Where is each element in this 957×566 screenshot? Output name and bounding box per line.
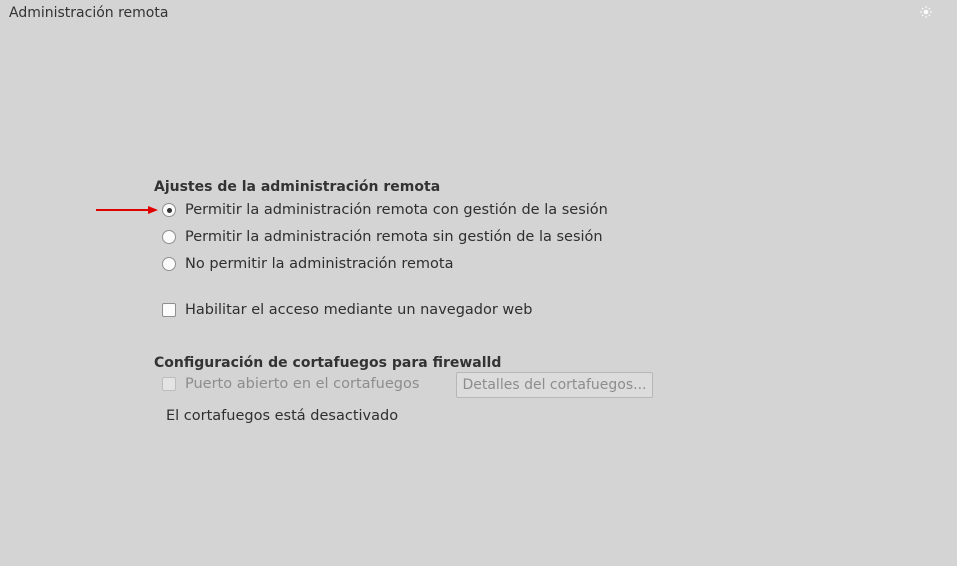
window-title: Administración remota (9, 5, 169, 21)
web-access-checkbox-row[interactable]: Habilitar el acceso mediante un navegado… (162, 299, 532, 321)
firewall-heading: Configuración de cortafuegos para firewa… (154, 355, 502, 371)
firewall-details-button: Detalles del cortafuegos... (456, 372, 653, 398)
firewall-status-text: El cortafuegos está desactivado (166, 408, 399, 424)
radio-button[interactable] (162, 257, 176, 271)
remote-settings-heading: Ajustes de la administración remota (154, 179, 441, 195)
checkbox-label: Habilitar el acceso mediante un navegado… (185, 302, 533, 318)
radio-button-checked[interactable] (162, 203, 176, 217)
checkbox-label: Puerto abierto en el cortafuegos (185, 376, 420, 392)
radio-label: No permitir la administración remota (185, 256, 454, 272)
radio-label: Permitir la administración remota sin ge… (185, 229, 603, 245)
red-arrow-icon (96, 206, 158, 214)
sun-moon-icon[interactable] (918, 4, 944, 22)
radio-disallow-remote-admin[interactable]: No permitir la administración remota (162, 253, 453, 275)
open-port-checkbox (162, 377, 176, 391)
open-port-checkbox-row: Puerto abierto en el cortafuegos (162, 373, 419, 395)
web-access-checkbox[interactable] (162, 303, 176, 317)
radio-button[interactable] (162, 230, 176, 244)
radio-with-session-management[interactable]: Permitir la administración remota con ge… (162, 199, 608, 221)
radio-label: Permitir la administración remota con ge… (185, 202, 608, 218)
radio-without-session-management[interactable]: Permitir la administración remota sin ge… (162, 226, 603, 248)
